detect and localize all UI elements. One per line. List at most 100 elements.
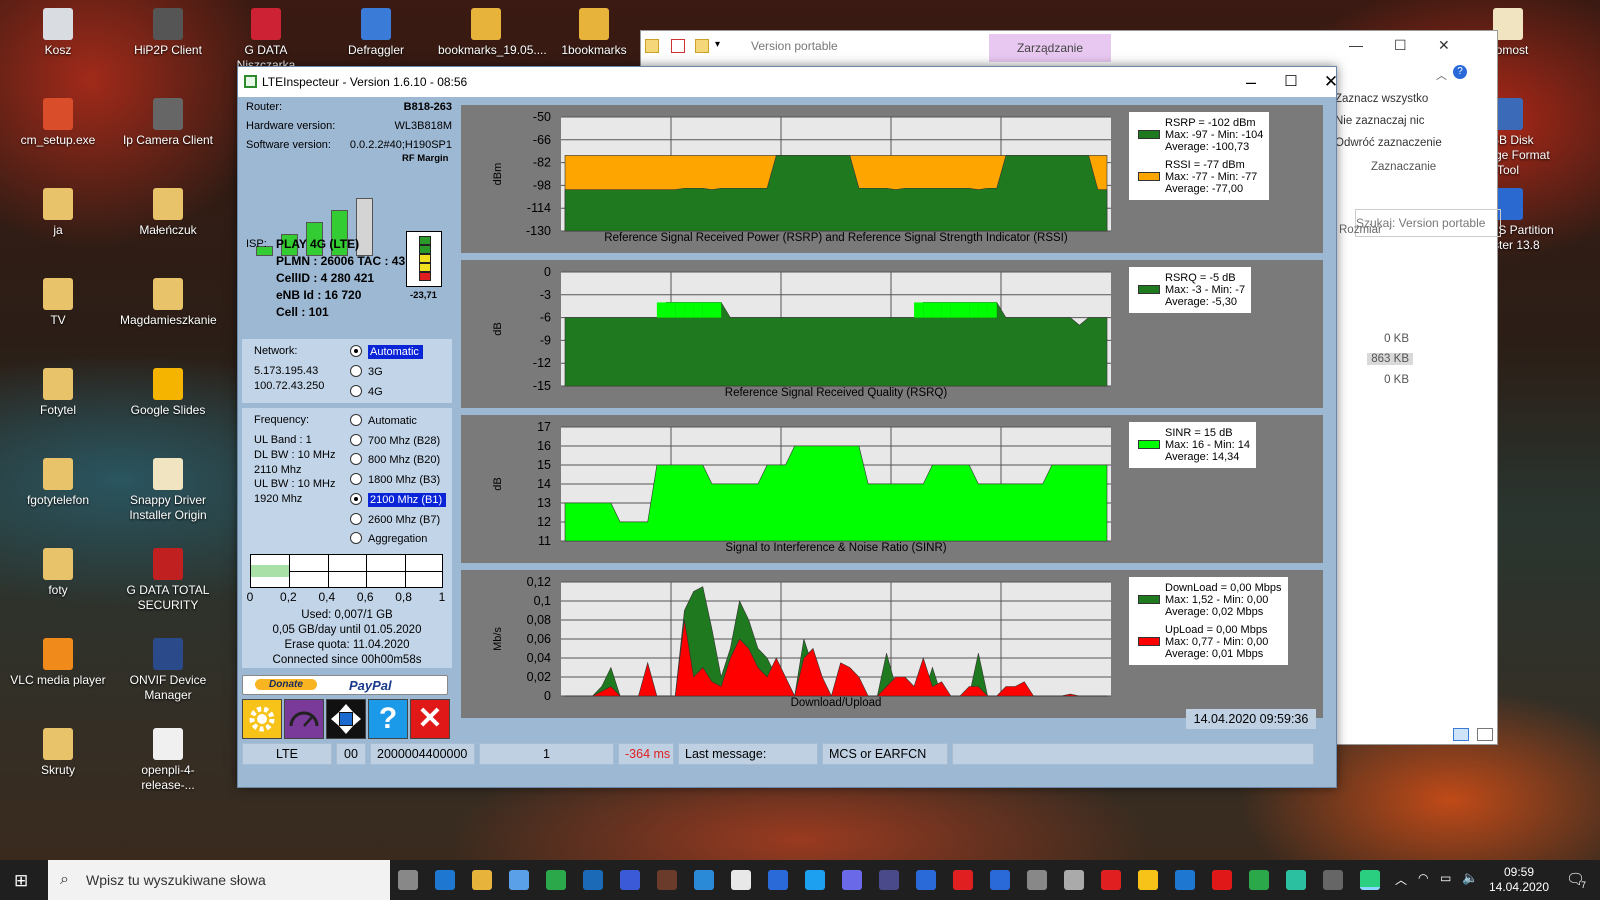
speedometer-icon[interactable] [284,699,324,739]
desktop-icon[interactable]: HiP2P Client [120,8,216,58]
taskbar-app-icon[interactable] [435,870,455,890]
desktop-icon[interactable]: Kosz [10,8,106,58]
taskbar-app-icon[interactable] [472,870,492,890]
network-option[interactable]: 4G [350,385,383,398]
paypal-donate-button[interactable]: Donate PayPal [242,675,448,695]
clock[interactable]: 09:59 14.04.2020 [1484,865,1554,895]
frequency-option[interactable]: 1800 Mhz (B3) [350,473,440,486]
desktop-icon[interactable]: Snappy Driver Installer Origin [120,458,216,523]
taskbar-app-icon[interactable] [1064,870,1084,890]
lte-inspecteur-window[interactable]: LTEInspecteur - Version 1.6.10 - 08:56 –… [237,66,1338,788]
battery-icon[interactable]: ▭ [1440,871,1451,885]
taskbar-app-icon[interactable] [398,870,418,890]
desktop-icon[interactable]: bookmarks_19.05.... [438,8,547,58]
desktop-icon[interactable]: Skruty [10,728,106,778]
taskbar-app-icon[interactable] [731,870,751,890]
desktop-icon[interactable]: G DATA Niszczarka [218,8,314,73]
app-icon [43,548,73,580]
desktop-icon[interactable]: 1bookmarks [546,8,642,58]
radio-button[interactable] [350,492,362,505]
taskbar-app-icon[interactable] [805,870,825,890]
maximize-icon[interactable]: ☐ [1394,37,1407,54]
taskbar-search-input[interactable]: ⌕ Wpisz tu wyszukiwane słowa [48,860,390,900]
taskbar-app-icon[interactable] [1323,870,1343,890]
taskbar-app-icon[interactable] [1212,870,1232,890]
taskbar-app-icon[interactable] [546,870,566,890]
tab-zarzadzanie[interactable]: Zarządzanie [989,34,1111,62]
radio-button[interactable] [350,512,362,525]
invert-selection-button[interactable]: Odwróć zaznaczenie [1335,137,1457,149]
radio-button[interactable] [350,532,362,545]
desktop-icon[interactable]: VLC media player [10,638,106,688]
taskbar-app-icon[interactable] [1286,870,1306,890]
close-icon[interactable]: ✕ [1438,37,1450,54]
taskbar-app-icon[interactable] [1175,870,1195,890]
frequency-option[interactable]: 2600 Mhz (B7) [350,512,440,526]
taskbar-app-icon[interactable] [1360,870,1380,890]
app-titlebar[interactable]: LTEInspecteur - Version 1.6.10 - 08:56 –… [238,67,1338,97]
tiles-view-icon[interactable] [1477,728,1493,741]
frequency-option[interactable]: 800 Mhz (B20) [350,453,440,466]
taskbar-app-icon[interactable] [842,870,862,890]
radio-button[interactable] [350,473,362,486]
properties-icon[interactable] [671,39,685,53]
select-none-button[interactable]: Nie zaznaczaj nic [1335,115,1457,127]
windows-start-icon[interactable]: ⊞ [14,871,28,891]
radio-button[interactable] [350,453,362,466]
desktop-icon[interactable]: Małeńczuk [120,188,216,238]
taskbar-app-icon[interactable] [657,870,677,890]
desktop-icon[interactable]: foty [10,548,106,598]
explorer-titlebar[interactable]: ▾ Version portable Zarządzanie — ☐ ✕ [641,31,1497,63]
taskbar-app-icon[interactable] [1027,870,1047,890]
desktop-icon[interactable]: Google Slides [120,368,216,418]
network-option[interactable]: Automatic [350,345,423,359]
chart-panel: 0,12 0,1 0,08 0,06 0,04 0,02 0 Mb/s Download/Upl… [461,570,1323,718]
taskbar-app-icon[interactable] [620,870,640,890]
volume-icon[interactable]: 🔈 [1462,870,1478,886]
taskbar-app-icon[interactable] [1249,870,1269,890]
desktop-icon[interactable]: TV [10,278,106,328]
chevron-down-icon[interactable]: ▾ [715,39,720,50]
frequency-option[interactable]: 2100 Mhz (B1) [350,492,447,507]
settings-gear-icon[interactable] [242,699,282,739]
help-icon[interactable]: ? [368,699,408,739]
tray-chevron-icon[interactable]: ︿ [1395,871,1407,888]
desktop-icon[interactable]: Fotytel [10,368,106,418]
fullscreen-icon[interactable] [326,699,366,739]
taskbar-app-icon[interactable] [509,870,529,890]
desktop-icon[interactable]: openpli-4-release-... [120,728,216,793]
desktop-icon[interactable]: fgotytelefon [10,458,106,508]
taskbar-app-icon[interactable] [583,870,603,890]
radio-button[interactable] [350,365,362,377]
collapse-ribbon-icon[interactable]: ︿ [1436,67,1447,83]
radio-button[interactable] [350,433,362,446]
desktop-icon[interactable]: G DATA TOTAL SECURITY [120,548,216,613]
desktop-icon[interactable]: Magdamieszkanie [120,278,217,328]
new-folder-icon[interactable] [695,39,709,53]
taskbar-app-icon[interactable] [879,870,899,890]
radio-button[interactable] [350,345,362,357]
taskbar-app-icon[interactable] [1101,870,1121,890]
minimize-icon[interactable]: — [1349,37,1363,53]
taskbar-app-icon[interactable] [990,870,1010,890]
taskbar-app-icon[interactable] [768,870,788,890]
frequency-option[interactable]: 700 Mhz (B28) [350,433,440,447]
details-view-icon[interactable] [1453,728,1469,741]
taskbar-app-icon[interactable] [953,870,973,890]
radio-button[interactable] [350,385,362,397]
radio-button[interactable] [350,414,362,426]
column-header-size[interactable]: Rozmiar [1339,224,1457,236]
network-option[interactable]: 3G [350,365,383,378]
taskbar-app-icon[interactable] [916,870,936,890]
desktop-icon[interactable]: Defraggler [328,8,424,58]
desktop-icon[interactable]: Ip Camera Client [120,98,216,148]
help-icon[interactable]: ? [1453,65,1467,79]
desktop-icon[interactable]: cm_setup.exe [10,98,106,148]
taskbar-app-icon[interactable] [1138,870,1158,890]
desktop-icon[interactable]: ja [10,188,106,238]
wifi-icon[interactable]: ◠ [1418,871,1428,885]
taskbar-app-icon[interactable] [694,870,714,890]
frequency-option[interactable]: Automatic [350,414,417,427]
desktop-icon[interactable]: ONVIF Device Manager [120,638,216,703]
close-icon[interactable]: ✕ [1308,67,1354,97]
